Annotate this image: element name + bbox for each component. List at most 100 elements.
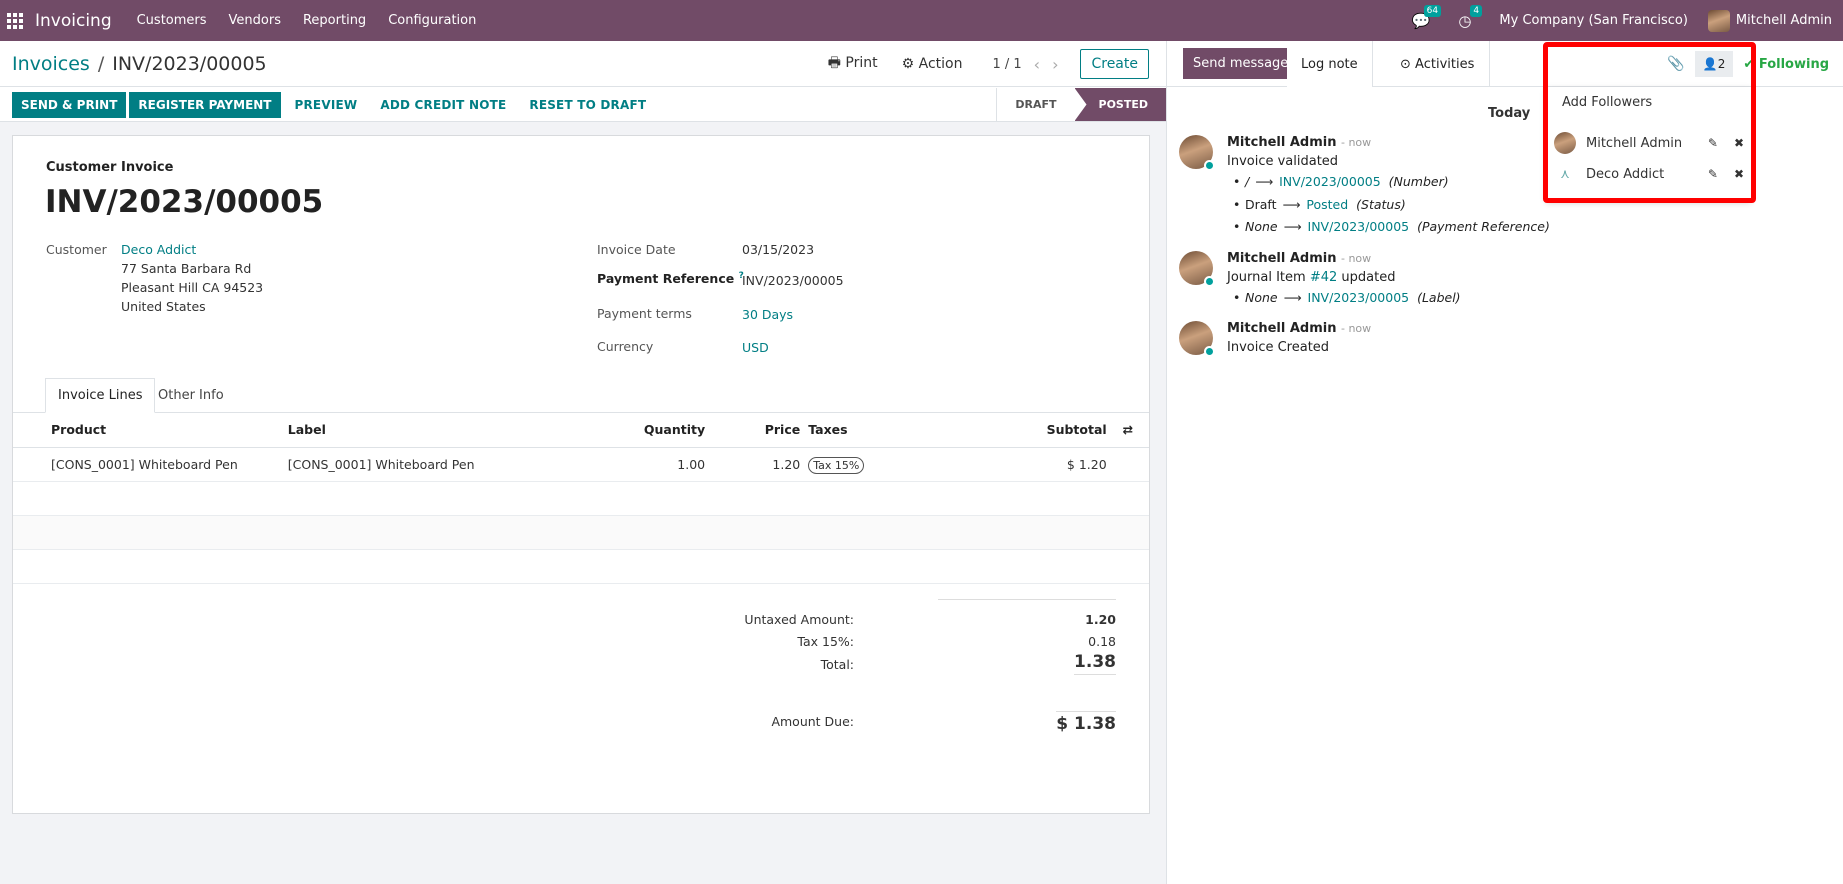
invoice-sheet: Customer Invoice INV/2023/00005 Customer… — [12, 135, 1150, 814]
field-name: (Number) — [1388, 174, 1449, 189]
tracking-change: • / ⟶ INV/2023/00005 (Number) — [1233, 174, 1449, 189]
following-button[interactable]: ✔ Following — [1743, 57, 1829, 72]
online-status-dot — [1204, 276, 1215, 287]
activities-clock-icon[interactable]: ◷ 4 — [1458, 4, 1483, 30]
create-button[interactable]: Create — [1080, 49, 1149, 79]
menu-reporting[interactable]: Reporting — [303, 13, 366, 28]
journal-item-link[interactable]: #42 — [1310, 270, 1337, 285]
address-line1: 77 Santa Barbara Rd — [121, 261, 252, 276]
author-name[interactable]: Mitchell Admin — [1227, 135, 1336, 150]
message-author: Mitchell Admin - now — [1227, 321, 1371, 336]
old-value: None — [1245, 219, 1278, 234]
preview-button[interactable]: PREVIEW — [286, 92, 367, 118]
cell-product[interactable]: [CONS_0001] Whiteboard Pen — [13, 447, 288, 482]
control-panel: Invoices / INV/2023/00005 🖶 Print ⚙ Acti… — [0, 41, 1166, 87]
column-quantity[interactable]: Quantity — [546, 413, 706, 448]
user-menu[interactable]: Mitchell Admin — [1707, 9, 1832, 32]
chatter-message: Mitchell Admin - now Journal Item #42 up… — [1179, 251, 1739, 311]
chevron-right-icon[interactable]: › — [1052, 55, 1058, 74]
column-settings-icon[interactable]: ⇄ — [1106, 413, 1149, 448]
user-name: Mitchell Admin — [1735, 13, 1832, 28]
reset-to-draft-button[interactable]: RESET TO DRAFT — [520, 92, 655, 118]
print-button[interactable]: 🖶 Print — [828, 52, 878, 76]
payment-reference-field[interactable]: INV/2023/00005 — [742, 273, 844, 288]
message-time: - now — [1340, 322, 1372, 335]
breadcrumb-separator: / — [97, 52, 105, 75]
column-product[interactable]: Product — [13, 413, 288, 448]
menu-customers[interactable]: Customers — [137, 13, 207, 28]
amount-due-value: $ 1.38 — [1056, 711, 1116, 734]
table-row[interactable]: [CONS_0001] Whiteboard Pen [CONS_0001] W… — [13, 447, 1149, 482]
new-value: INV/2023/00005 — [1307, 290, 1410, 305]
arrow-right-icon: ⟶ — [1255, 174, 1274, 189]
author-avatar[interactable] — [1179, 251, 1215, 287]
column-price[interactable]: Price — [705, 413, 801, 448]
breadcrumb: Invoices / INV/2023/00005 — [12, 53, 267, 75]
new-value: INV/2023/00005 — [1279, 174, 1381, 189]
author-name[interactable]: Mitchell Admin — [1227, 251, 1336, 266]
currency-field[interactable]: USD — [742, 340, 769, 355]
message-author: Mitchell Admin - now — [1227, 135, 1371, 150]
log-note-button[interactable]: Log note — [1287, 41, 1373, 87]
address-line3: United States — [121, 299, 206, 314]
online-status-dot — [1204, 346, 1215, 357]
author-avatar[interactable] — [1179, 135, 1215, 171]
app-name[interactable]: Invoicing — [35, 11, 112, 31]
online-status-dot — [1204, 160, 1215, 171]
activities-label: Activities — [1415, 56, 1475, 72]
clock-icon: ⊙ — [1400, 56, 1411, 72]
breadcrumb-invoices[interactable]: Invoices — [12, 53, 90, 75]
company-switcher[interactable]: My Company (San Francisco) — [1499, 13, 1687, 28]
activities-button[interactable]: ⊙ Activities — [1385, 41, 1491, 87]
messages-icon[interactable]: 💬 64 — [1412, 4, 1442, 30]
add-credit-note-button[interactable]: ADD CREDIT NOTE — [371, 92, 515, 118]
tax-value: 0.18 — [1088, 634, 1116, 649]
pager-value[interactable]: 1 / 1 — [992, 57, 1021, 72]
payment-reference-label: Payment Reference ? — [597, 271, 744, 286]
invoice-lines-table: Product Label Quantity Price Taxes Subto… — [13, 413, 1149, 584]
send-message-button[interactable]: Send message — [1183, 48, 1299, 79]
print-icon: 🖶 — [827, 55, 841, 71]
author-avatar[interactable] — [1179, 321, 1215, 357]
print-label: Print — [845, 55, 878, 71]
column-taxes[interactable]: Taxes — [800, 413, 970, 448]
old-value: Draft — [1245, 197, 1277, 212]
total-value: 1.38 — [1074, 652, 1116, 675]
empty-row — [13, 549, 1149, 584]
cell-subtotal: $ 1.20 — [969, 447, 1107, 482]
top-navbar: Invoicing Customers Vendors Reporting Co… — [0, 0, 1843, 41]
date-separator: Today — [1488, 106, 1531, 121]
stage-draft[interactable]: DRAFT — [996, 88, 1074, 121]
action-button[interactable]: ⚙ Action — [902, 56, 963, 72]
author-name[interactable]: Mitchell Admin — [1227, 321, 1336, 336]
stage-posted[interactable]: POSTED — [1074, 88, 1166, 121]
payment-terms-field[interactable]: 30 Days — [742, 307, 793, 322]
invoice-type: Customer Invoice — [46, 160, 174, 175]
tab-invoice-lines[interactable]: Invoice Lines — [45, 378, 156, 413]
chevron-left-icon[interactable]: ‹ — [1034, 55, 1040, 74]
user-avatar — [1707, 9, 1730, 32]
cell-quantity[interactable]: 1.00 — [546, 447, 706, 482]
column-label[interactable]: Label — [287, 413, 547, 448]
tab-other-info[interactable]: Other Info — [146, 378, 236, 413]
invoice-date-label: Invoice Date — [597, 242, 676, 257]
customer-field[interactable]: Deco Addict — [121, 242, 196, 257]
menu-configuration[interactable]: Configuration — [388, 13, 476, 28]
amount-due-label: Amount Due: — [771, 714, 854, 729]
breadcrumb-current: INV/2023/00005 — [112, 52, 267, 75]
total-label: Total: — [820, 657, 854, 672]
new-value: INV/2023/00005 — [1307, 219, 1410, 234]
field-name: (Label) — [1417, 290, 1461, 305]
menu-vendors[interactable]: Vendors — [229, 13, 281, 28]
gear-icon: ⚙ — [901, 56, 915, 72]
cell-price[interactable]: 1.20 — [705, 447, 801, 482]
cell-empty — [1106, 447, 1149, 482]
column-subtotal[interactable]: Subtotal — [969, 413, 1107, 448]
invoice-date-field[interactable]: 03/15/2023 — [742, 242, 814, 257]
send-print-button[interactable]: SEND & PRINT — [12, 91, 127, 118]
apps-menu-icon[interactable] — [7, 12, 23, 29]
cell-label[interactable]: [CONS_0001] Whiteboard Pen — [287, 447, 547, 482]
cell-taxes[interactable]: Tax 15% — [800, 447, 970, 482]
status-bar: SEND & PRINT REGISTER PAYMENT PREVIEW AD… — [0, 88, 1166, 122]
register-payment-button[interactable]: REGISTER PAYMENT — [129, 91, 281, 118]
